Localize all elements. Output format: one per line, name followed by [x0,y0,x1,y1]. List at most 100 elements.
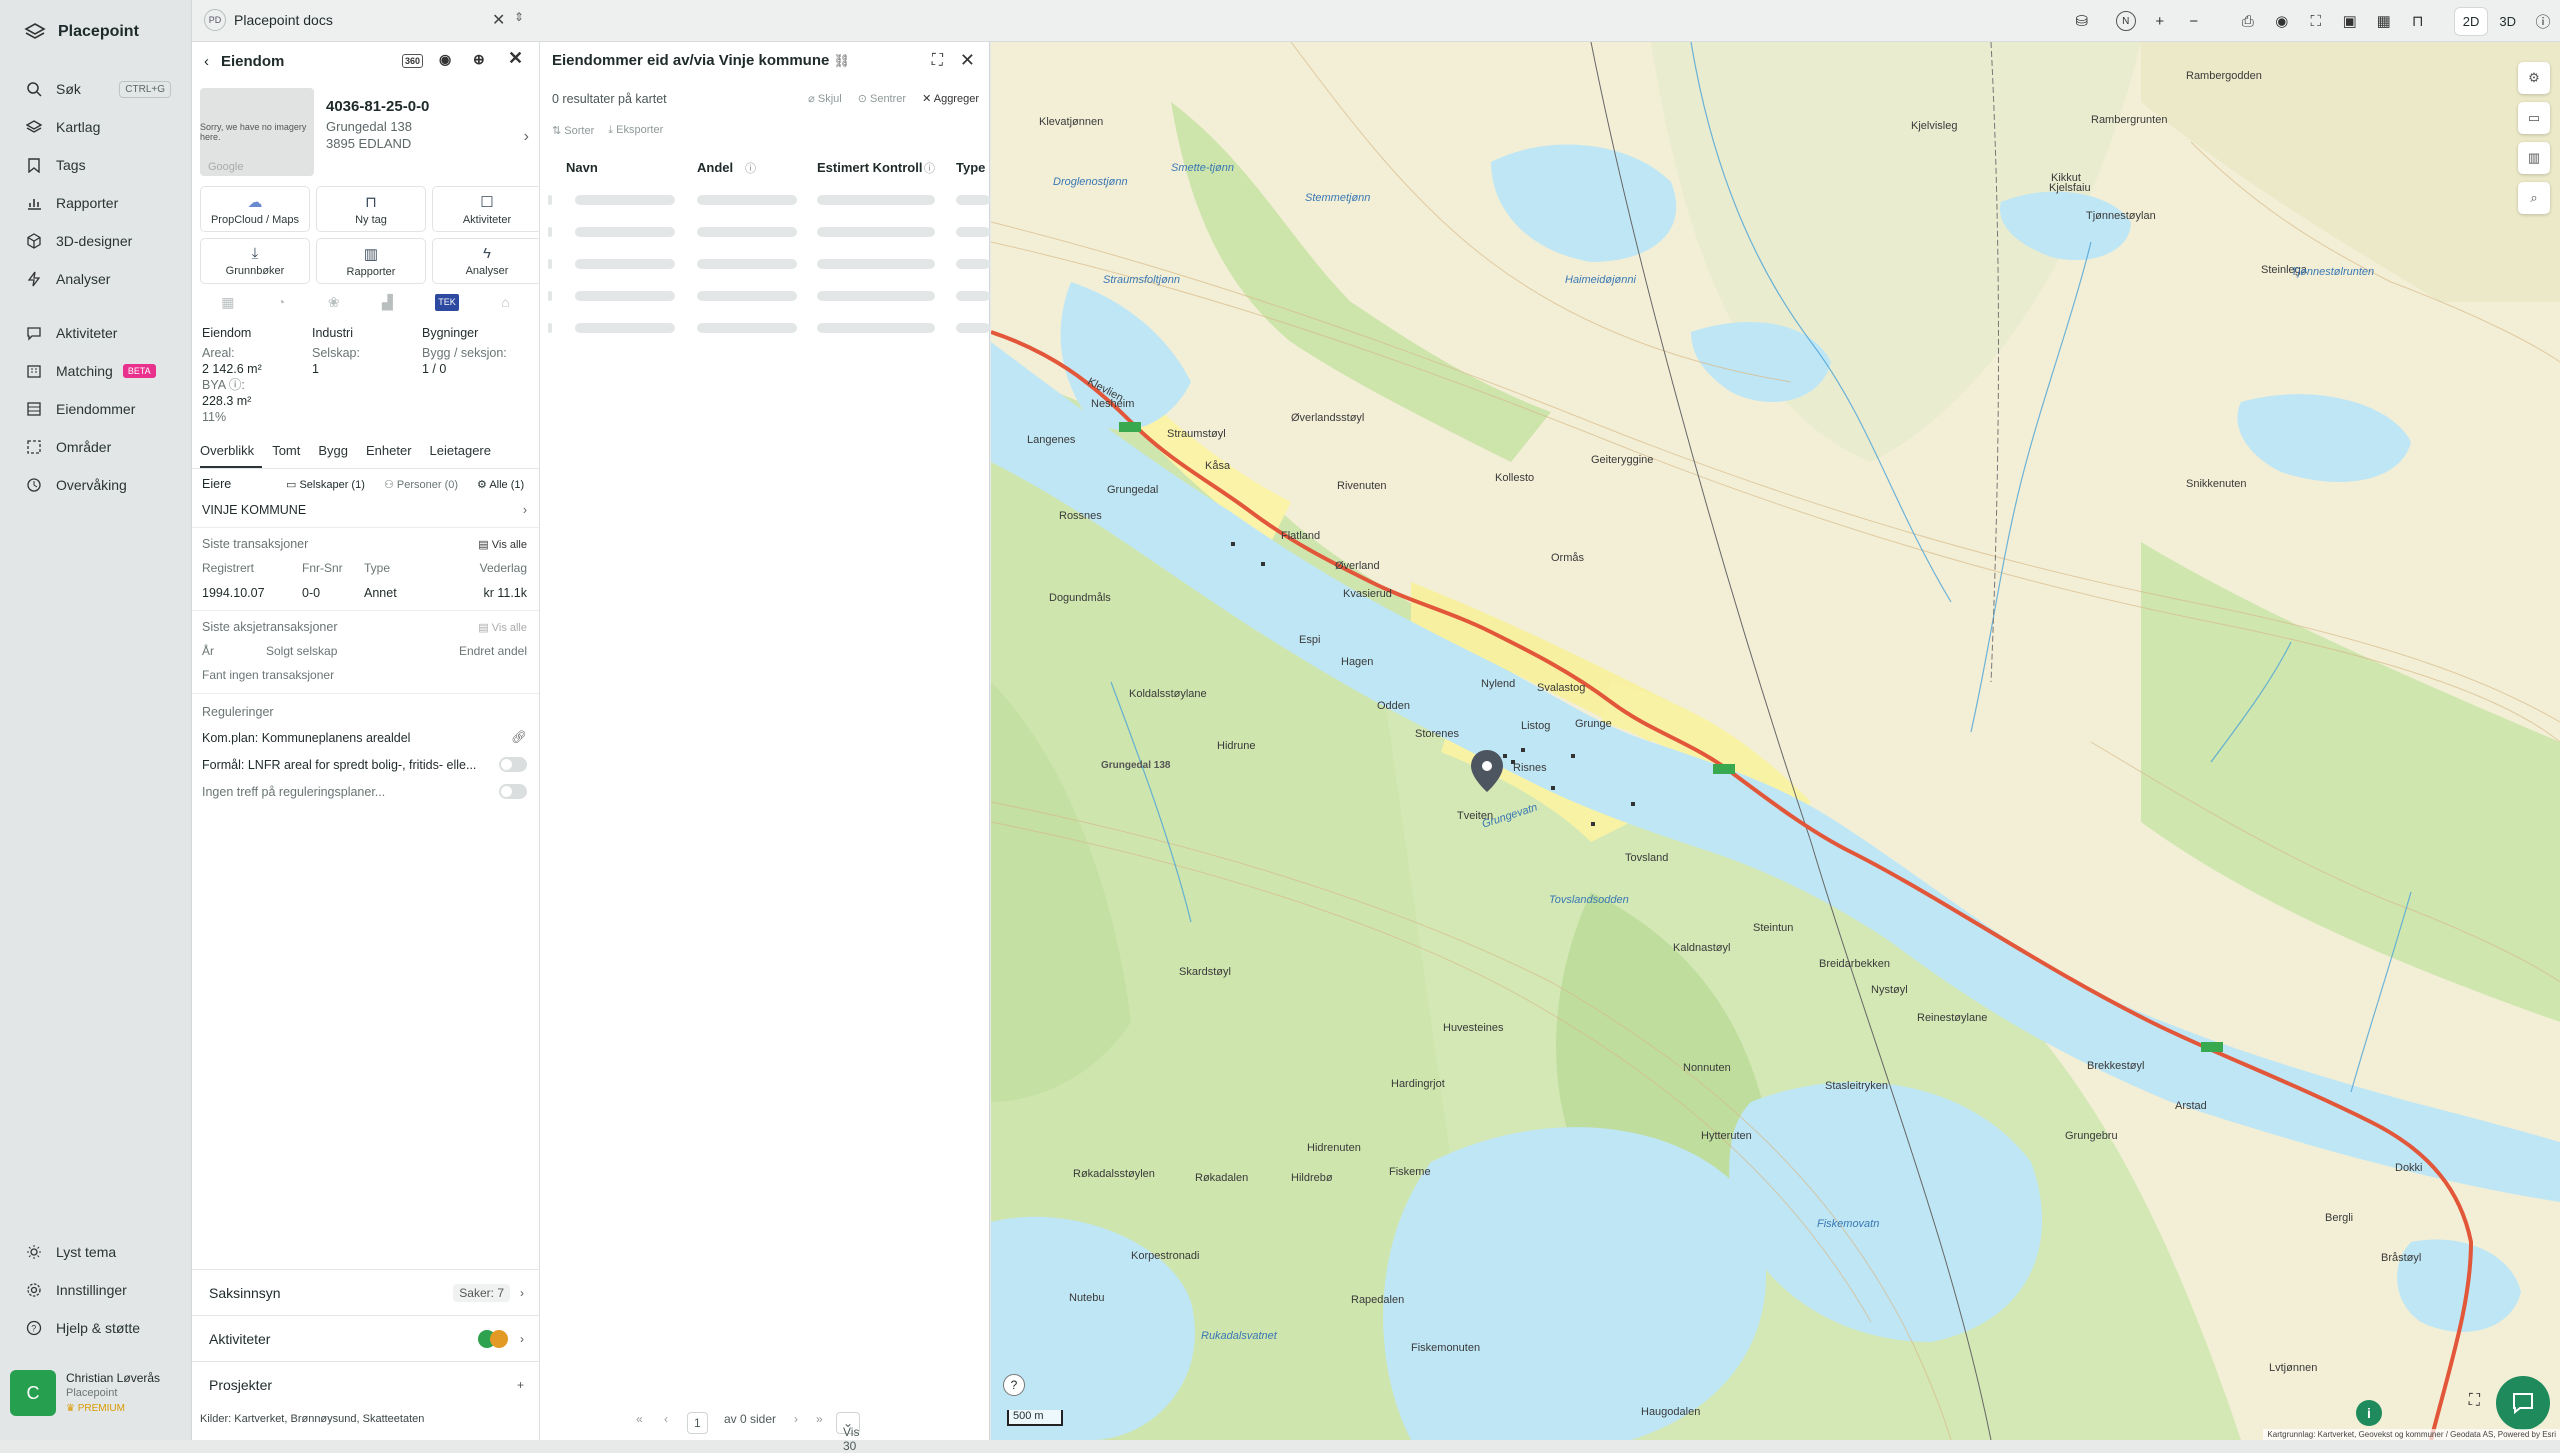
col-header[interactable]: Type [956,160,985,175]
analyses-button[interactable]: ϟ Analyser [432,238,542,284]
chevron-updown-icon[interactable]: ⇕ [514,10,524,24]
activities-button[interactable]: ☐ Aktiviteter [432,186,542,232]
fullscreen-icon[interactable]: ⛶ [2299,4,2333,38]
page-size-select[interactable]: Vis 30 ⌄ [836,1412,861,1453]
add-icon[interactable]: + [517,1378,524,1392]
eye-icon[interactable]: ◉ [2265,4,2299,38]
col-header[interactable]: Navn [566,160,598,175]
docs-tab[interactable]: PD Placepoint docs [204,9,333,31]
map-view[interactable]: Rambergodden Kjelvisleg Rambergrunten Ki… [991,42,2560,1440]
hide-button[interactable]: ⌀ Skjul [808,92,842,105]
sidebar-item-omrader[interactable]: Områder [0,428,191,466]
filter-companies[interactable]: ▭ Selskaper (1) [286,478,365,491]
layers-stack-icon[interactable]: ⛁ [2065,4,2099,38]
chevron-right-icon[interactable]: › [524,128,529,146]
col-header[interactable]: Estimert Kontroll [817,160,922,175]
accordion-saksinnsyn[interactable]: Saksinnsyn Saker: 7 › [192,1269,540,1315]
accordion-prosjekter[interactable]: Prosjekter + [192,1361,540,1407]
info-icon[interactable]: ⓘ [924,160,935,176]
accordion-aktiviteter[interactable]: Aktiviteter › [192,1315,540,1361]
view-all-link[interactable]: ▤ Vis alle [478,538,527,551]
tab-leietagere[interactable]: Leietagere [430,437,499,468]
filter-persons[interactable]: ⚇ Personer (0) [384,478,458,491]
chat-button[interactable] [2496,1376,2550,1430]
sidebar-item-settings[interactable]: Innstillinger [0,1271,192,1309]
reports-button[interactable]: ▥ Rapporter [316,238,426,284]
layers-settings-icon[interactable]: ⚙ [2518,62,2550,94]
link-icon[interactable]: ⛓ [834,53,851,68]
property-summary[interactable]: Sorry, we have no imagery here. Google 4… [192,80,539,176]
sidebar-item-tags[interactable]: Tags [0,146,191,184]
grid-icon[interactable]: ▦ [2367,4,2401,38]
last-page-icon[interactable]: » [816,1412,823,1426]
sidebar-item-3d-designer[interactable]: 3D-designer [0,222,191,260]
new-tag-button[interactable]: ⊓ Ny tag [316,186,426,232]
first-page-icon[interactable]: « [636,1412,643,1426]
owner-row[interactable]: VINJE KOMMUNE › [192,497,539,523]
sidebar-item-search[interactable]: Søk CTRL+G [0,70,191,108]
tab-tomt[interactable]: Tomt [272,437,308,468]
sidebar-item-rapporter[interactable]: Rapporter [0,184,191,222]
compass-icon[interactable]: N [2109,4,2143,38]
export-button[interactable]: ⤓ Eksporter [608,124,663,137]
center-button[interactable]: ⊙ Sentrer [858,92,906,105]
sidebar-item-overvaking[interactable]: Overvåking [0,466,191,504]
filter-all[interactable]: ⚙ Alle (1) [477,478,524,491]
360-icon[interactable]: 360 [402,54,424,68]
close-icon[interactable]: ✕ [492,10,505,30]
zoom-in-icon[interactable]: + [2143,4,2177,38]
tab-enheter[interactable]: Enheter [366,437,420,468]
sidebar-item-analyser[interactable]: Analyser [0,260,191,298]
info-icon[interactable]: ⓘ [2526,4,2560,38]
camera-icon[interactable]: ▣ [2333,4,2367,38]
tab-overblikk[interactable]: Overblikk [200,437,263,468]
globe-layer-icon[interactable]: ◔ [277,294,285,311]
chart-layer-icon[interactable]: ▟ [382,294,393,311]
aggregate-button[interactable]: ✕ Aggreger [922,92,979,105]
sidebar-item-theme[interactable]: Lyst tema [0,1233,192,1271]
print-icon[interactable]: ⎙ [2231,4,2265,38]
sidebar-item-aktiviteter[interactable]: Aktiviteter [0,314,191,352]
info-icon[interactable]: ⓘ [745,160,756,176]
eye-icon[interactable]: ◉ [439,51,451,68]
info-icon[interactable]: i [2356,1400,2382,1426]
prev-page-icon[interactable]: ‹ [664,1412,668,1426]
regulation-row[interactable]: Kom.plan: Kommuneplanens arealdel 🔗︎ [192,724,539,751]
next-page-icon[interactable]: › [794,1412,798,1426]
propcloud-button[interactable]: ☁ PropCloud / Maps [200,186,310,232]
view-2d-button[interactable]: 2D [2454,7,2488,35]
land-registry-button[interactable]: ⤓ Grunnbøker [200,238,310,284]
regulation-toggle[interactable] [499,784,527,799]
sort-button[interactable]: ⇅ Sorter [552,124,594,137]
user-profile[interactable]: C Christian Løverås Placepoint ♛ PREMIUM [10,1370,160,1416]
close-icon[interactable]: ✕ [960,50,975,71]
tek-badge[interactable]: TEK [435,294,459,311]
sidebar-item-help[interactable]: ? Hjelp & støtte [0,1309,192,1347]
view-all-link[interactable]: ▤ Vis alle [478,621,527,634]
sidebar-item-eiendommer[interactable]: Eiendommer [0,390,191,428]
help-icon[interactable]: ? [1003,1374,1025,1396]
tab-bygg[interactable]: Bygg [318,437,356,468]
zoom-out-icon[interactable]: − [2177,4,2211,38]
sidebar-item-matching[interactable]: Matching BETA [0,352,191,390]
grid-layer-icon[interactable]: ▦ [221,294,234,311]
expand-icon[interactable]: ⛶ [932,52,943,70]
link-icon[interactable]: 🔗︎ [511,730,527,745]
regulation-row[interactable]: Ingen treff på reguleringsplaner... [192,778,539,805]
search-area-icon[interactable]: ⌕ [2518,182,2550,214]
regulation-toggle[interactable] [499,757,527,772]
back-icon[interactable]: ‹ [204,53,209,70]
col-header[interactable]: Andel [697,160,733,175]
sidebar-item-kartlag[interactable]: Kartlag [0,108,191,146]
home-layer-icon[interactable]: ⌂ [501,294,509,311]
fullscreen-icon[interactable]: ⛶ [2469,1392,2480,1410]
page-input[interactable]: 1 [687,1412,708,1434]
app-logo[interactable]: Placepoint [0,0,191,64]
plant-layer-icon[interactable]: ❀ [328,294,340,311]
bookmark-icon[interactable]: ⊓ [2401,4,2435,38]
chart-icon[interactable]: ▥ [2518,142,2550,174]
view-3d-button[interactable]: 3D [2491,8,2524,35]
regulation-row[interactable]: Formål: LNFR areal for spredt bolig-, fr… [192,751,539,778]
measure-icon[interactable]: ▭ [2518,102,2550,134]
target-icon[interactable]: ⊕ [473,51,485,68]
